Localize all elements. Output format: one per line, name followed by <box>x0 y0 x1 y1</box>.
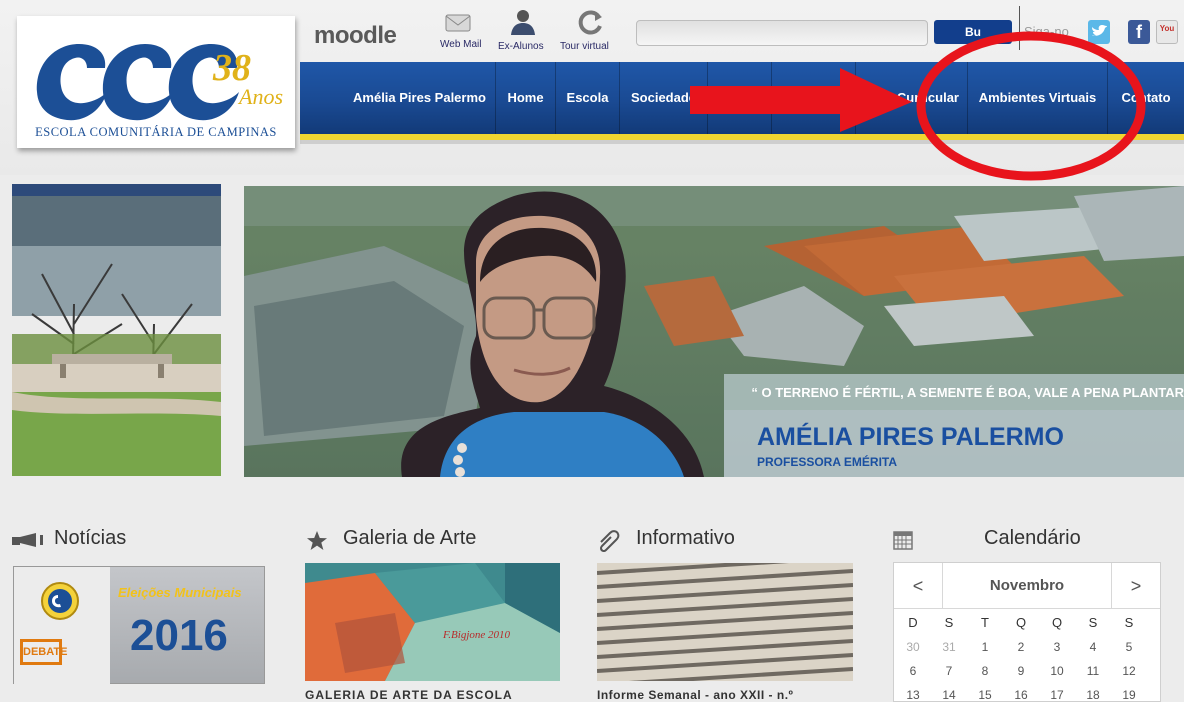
calendar-day-cell[interactable]: 14 <box>930 688 968 701</box>
weekday-label: S <box>1124 615 1134 630</box>
calendar-day-cell[interactable]: 2 <box>1002 640 1040 654</box>
calendar-day-cell[interactable]: 3 <box>1038 640 1076 654</box>
section-title-galeria[interactable]: Galeria de Arte <box>343 527 476 550</box>
tour-virtual-label: Tour virtual <box>560 41 609 52</box>
weekday-label: T <box>981 615 989 630</box>
calendar-header: < Novembro > <box>894 563 1160 609</box>
star-icon <box>307 531 327 550</box>
weekday-label: S <box>944 615 954 630</box>
news-card-eleicoes[interactable]: DEBATE Eleições Municipais 2016 <box>13 566 265 685</box>
newspaper-texture-art <box>597 563 853 681</box>
nav-item-amelia-pires-palermo[interactable]: Amélia Pires Palermo <box>344 62 496 134</box>
section-title-noticias[interactable]: Notícias <box>54 527 126 550</box>
news-card-year: 2016 <box>130 611 228 660</box>
nav-item-home[interactable]: Home <box>496 62 556 134</box>
calendar-day-cell[interactable]: 15 <box>966 688 1004 701</box>
calendar-day-cell[interactable]: 5 <box>1110 640 1148 654</box>
weekday-label: Q <box>1051 615 1063 630</box>
weekday-label: D <box>908 615 918 630</box>
section-title-calendario[interactable]: Calendário <box>984 527 1081 550</box>
debate-stamp: DEBATE <box>20 639 67 665</box>
painting-signature: F.Bigjone 2010 <box>443 629 511 641</box>
news-card-title: Eleições Municipais <box>118 585 242 600</box>
search-input[interactable] <box>636 20 928 46</box>
ecc-seal-icon <box>41 582 79 620</box>
calendar-day-cell[interactable]: 19 <box>1110 688 1148 701</box>
calendar-day-cell[interactable]: 7 <box>930 664 968 678</box>
annotation-red-ellipse <box>916 31 1146 181</box>
calendar-day-cell[interactable]: 10 <box>1038 664 1076 678</box>
section-title-informativo[interactable]: Informativo <box>636 527 735 550</box>
informativo-thumbnail[interactable] <box>597 563 853 681</box>
megaphone-icon <box>12 533 43 547</box>
calendar-icon <box>893 531 913 550</box>
calendar-day-cell[interactable]: 8 <box>966 664 1004 678</box>
calendar-day-cell[interactable]: 6 <box>894 664 932 678</box>
banner-role: PROFESSORA EMÉRITA <box>757 455 898 469</box>
weekday-label: S <box>1088 615 1098 630</box>
gallery-painting-art <box>305 563 560 681</box>
ex-alunos-link[interactable]: Ex-Alunos <box>498 8 548 52</box>
refresh-icon <box>578 10 602 35</box>
calendar-day-cell[interactable]: 11 <box>1074 664 1112 678</box>
calendar-widget: < Novembro > D S T Q Q S S 30 31 1 2 3 4… <box>893 562 1161 702</box>
paperclip-icon <box>599 530 620 552</box>
annotation-red-arrow <box>690 68 912 132</box>
youtube-icon[interactable]: You <box>1156 20 1178 44</box>
weekday-label: Q <box>1015 615 1027 630</box>
calendar-day-cell[interactable]: 4 <box>1074 640 1112 654</box>
webmail-link[interactable]: Web Mail <box>440 10 482 50</box>
calendar-month-label: Novembro <box>942 563 1112 609</box>
calendar-next-button[interactable]: > <box>1112 563 1160 609</box>
calendar-day-cell[interactable]: 30 <box>894 640 932 654</box>
informativo-caption[interactable]: Informe Semanal - ano XXII - n.º <box>597 688 793 702</box>
calendar-day-cell[interactable]: 18 <box>1074 688 1112 701</box>
anniversary-word: Anos <box>239 84 283 109</box>
campus-photo-art <box>12 184 221 476</box>
logo-tagline: ESCOLA COMUNITÁRIA DE CAMPINAS <box>35 125 277 139</box>
banner-name: AMÉLIA PIRES PALERMO <box>757 423 1064 451</box>
gallery-caption[interactable]: GALERIA DE ARTE DA ESCOLA <box>305 688 513 702</box>
calendar-day-cell[interactable]: 9 <box>1002 664 1040 678</box>
gallery-thumbnail[interactable]: F.Bigjone 2010 <box>305 563 560 681</box>
tour-virtual-link[interactable]: Tour virtual <box>560 8 620 52</box>
webmail-label: Web Mail <box>440 39 482 50</box>
calendar-day-cell[interactable]: 1 <box>966 640 1004 654</box>
calendar-day-cell[interactable]: 12 <box>1110 664 1148 678</box>
ex-alunos-label: Ex-Alunos <box>498 41 544 52</box>
school-logo[interactable]: 38 Anos ESCOLA COMUNITÁRIA DE CAMPINAS <box>17 16 295 148</box>
mail-icon <box>445 14 471 32</box>
calendar-day-cell[interactable]: 31 <box>930 640 968 654</box>
banner-quote: “ O TERRENO É FÉRTIL, A SEMENTE É BOA, V… <box>751 385 1184 400</box>
moodle-link[interactable]: moodle <box>314 22 397 50</box>
person-icon <box>511 10 535 35</box>
calendar-prev-button[interactable]: < <box>894 563 942 609</box>
campus-photo[interactable] <box>12 184 221 476</box>
calendar-day-cell[interactable]: 16 <box>1002 688 1040 701</box>
calendar-day-cell[interactable]: 13 <box>894 688 932 701</box>
nav-item-escola[interactable]: Escola <box>556 62 620 134</box>
calendar-day-cell[interactable]: 17 <box>1038 688 1076 701</box>
